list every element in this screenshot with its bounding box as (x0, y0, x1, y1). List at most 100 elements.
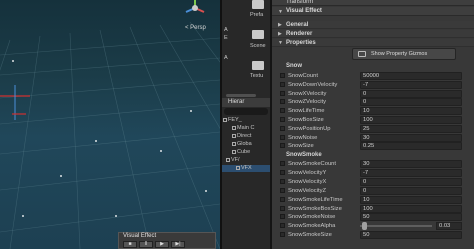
override-checkbox[interactable] (280, 196, 285, 202)
property-label: SnowXVelocity (288, 90, 327, 97)
property-value-field[interactable]: 100 (360, 116, 462, 124)
property-value-field[interactable]: 0 (360, 186, 462, 195)
property-label: SnowVelocityZ (288, 187, 327, 194)
override-checkbox[interactable] (280, 169, 285, 175)
property-value-field[interactable]: 25 (360, 124, 462, 133)
override-checkbox[interactable] (280, 81, 285, 87)
pause-button[interactable]: II (139, 241, 153, 248)
hierarchy-item[interactable]: VF/ (222, 157, 270, 164)
override-checkbox[interactable] (280, 117, 285, 122)
override-checkbox[interactable] (280, 73, 285, 78)
slider-handle[interactable] (362, 222, 367, 231)
override-checkbox[interactable] (280, 99, 285, 105)
section-properties[interactable]: Properties (272, 39, 474, 47)
property-value-field[interactable]: 0 (360, 177, 462, 186)
hierarchy-item-label: VFX (241, 165, 252, 171)
override-checkbox[interactable] (280, 214, 285, 220)
property-value-field[interactable]: -7 (360, 168, 462, 177)
property-row: SnowVelocityZ 0 (272, 186, 474, 195)
hierarchy-item[interactable]: Globa (222, 141, 270, 148)
property-value-field[interactable]: 50000 (360, 72, 462, 80)
axis-gizmo-icon[interactable] (180, 0, 210, 20)
property-row: SnowPositionUp 25 (272, 124, 474, 133)
folder-label[interactable]: Textu (250, 73, 263, 79)
stop-button[interactable]: ■ (123, 241, 137, 248)
section-renderer[interactable]: Renderer (272, 30, 474, 38)
property-label: SnowZVelocity (288, 99, 327, 106)
property-label: SnowLifeTime (288, 108, 325, 115)
folder-icon[interactable] (252, 61, 264, 70)
perspective-label[interactable]: < Persp (185, 25, 206, 31)
property-row: SnowXVelocity 0 (272, 89, 474, 98)
foldout-arrow-icon[interactable]: ▼ (278, 40, 283, 46)
foldout-arrow-icon[interactable]: ▶ (278, 22, 282, 28)
property-value-field[interactable]: 50 (360, 213, 462, 222)
property-label: SnowSmokeAlpha (288, 223, 336, 230)
gameobject-icon (232, 125, 236, 130)
scene-grid (0, 21, 220, 249)
property-value-field[interactable]: 50 (360, 231, 462, 240)
property-value-field[interactable]: 10 (360, 107, 462, 116)
snow-particle (190, 110, 192, 112)
snow-particle (22, 215, 24, 217)
sidebar-letter: A (224, 27, 228, 33)
section-general[interactable]: General (272, 21, 474, 29)
folder-icon[interactable] (252, 0, 264, 9)
override-checkbox[interactable] (280, 223, 285, 229)
folder-label[interactable]: Prefa (250, 12, 263, 18)
slider-track[interactable] (360, 225, 432, 228)
hierarchy-item[interactable]: Main C (222, 125, 270, 132)
property-value-field[interactable]: 0.25 (360, 142, 462, 151)
snow-particle (12, 60, 14, 62)
property-value-field[interactable]: -7 (360, 80, 462, 89)
project-scrollbar[interactable] (226, 94, 256, 97)
property-value-field[interactable]: 30 (360, 160, 462, 168)
hierarchy-item-label: Globa (237, 141, 252, 147)
hierarchy-item[interactable]: Direct (222, 133, 270, 140)
property-row: SnowVelocityY -7 (272, 168, 474, 177)
override-checkbox[interactable] (280, 178, 285, 184)
property-value-field[interactable]: 10 (360, 195, 462, 204)
property-value-field[interactable]: 0 (360, 98, 462, 107)
hierarchy-item-selected[interactable]: VFX (222, 165, 270, 172)
override-checkbox[interactable] (280, 187, 285, 193)
override-checkbox[interactable] (280, 134, 285, 140)
property-value-field[interactable]: 0 (360, 89, 462, 98)
property-value-field[interactable]: 0.03 (436, 222, 462, 231)
override-checkbox[interactable] (280, 90, 285, 96)
property-label: SnowCount (288, 73, 318, 79)
foldout-arrow-icon[interactable]: ▼ (278, 9, 283, 15)
hierarchy-item[interactable]: FEY_ (222, 117, 270, 124)
scene-view[interactable]: < Persp Visual Effect ■ II ▶ ▶| (0, 0, 220, 249)
step-button[interactable]: ▶| (171, 241, 185, 248)
property-value-field[interactable]: 100 (360, 204, 462, 213)
hierarchy-item[interactable]: Cube (222, 149, 270, 156)
property-label: SnowVelocityX (288, 178, 327, 185)
folder-label[interactable]: Scene (250, 43, 266, 49)
play-button[interactable]: ▶ (155, 241, 169, 248)
foldout-arrow-icon[interactable]: ▶ (278, 31, 282, 37)
visual-effect-component-header[interactable]: Visual Effect (272, 7, 474, 16)
property-label: SnowSmokeLifeTime (288, 196, 343, 203)
transform-header[interactable]: Transform (272, 0, 474, 6)
hierarchy-item-label: Direct (237, 133, 252, 139)
show-property-gizmos-button[interactable]: Show Property Gizmos (352, 48, 456, 60)
hierarchy-tab[interactable]: Hierar (222, 98, 270, 107)
gameobject-icon (226, 157, 230, 162)
hierarchy-search-input[interactable] (224, 108, 268, 115)
override-checkbox[interactable] (280, 108, 285, 114)
folder-icon[interactable] (252, 30, 264, 39)
editor-window: < Persp Visual Effect ■ II ▶ ▶| A E A Pr… (0, 0, 474, 249)
property-value-field[interactable]: 30 (360, 133, 462, 142)
override-checkbox[interactable] (280, 125, 285, 131)
property-label: SnowNoise (288, 134, 318, 141)
property-row: SnowSmokeSize 50 (272, 231, 474, 240)
override-checkbox[interactable] (280, 161, 285, 166)
property-label: SnowDownVelocity (288, 81, 338, 88)
override-checkbox[interactable] (280, 232, 285, 238)
scene-icon (223, 117, 227, 122)
hierarchy-item-label: VF/ (231, 157, 240, 163)
override-checkbox[interactable] (280, 205, 285, 211)
override-checkbox[interactable] (280, 143, 285, 149)
project-hierarchy-column: A E A Prefa Scene Textu Hierar FEY_ Main… (222, 0, 270, 249)
